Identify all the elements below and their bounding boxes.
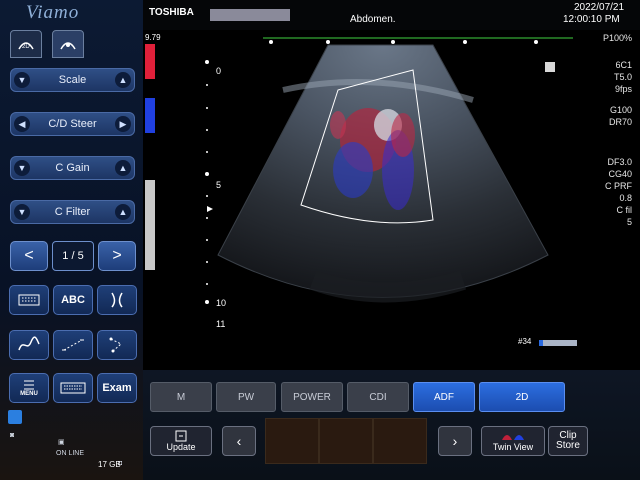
chevron-left-icon[interactable]: ◀ <box>14 116 30 132</box>
frame-rate-readout: 9fps <box>614 84 632 94</box>
chevron-down-icon[interactable]: ▼ <box>14 72 30 88</box>
exam-preset: Abdomen. <box>350 14 396 25</box>
patient-name-redacted <box>210 9 290 21</box>
chevron-down-icon[interactable]: ▼ <box>14 160 30 176</box>
focal-zone-marker[interactable] <box>207 206 213 212</box>
stretch-icon <box>109 337 122 353</box>
frame-counter: #34 <box>518 337 532 346</box>
chevron-up-icon[interactable]: ▲ <box>115 160 131 176</box>
update-icon <box>175 430 187 442</box>
chevron-right-icon: › <box>452 433 458 449</box>
date-readout: 2022/07/21 <box>574 2 625 13</box>
caliper-button[interactable] <box>53 330 93 360</box>
mode-2d-button[interactable]: 2D <box>479 382 565 412</box>
color-gain-readout: CG40 <box>608 169 632 179</box>
time-readout: 12:00:10 PM <box>563 14 620 25</box>
clip-next-button[interactable]: › <box>438 426 472 456</box>
page-prev-button[interactable]: < <box>10 241 48 271</box>
annotation-button[interactable]: ABC <box>53 285 93 315</box>
velocity-scale-max: 9.79 <box>145 33 161 42</box>
exam-button[interactable]: Exam <box>97 373 137 403</box>
cd-steer-control: ◀ C/D Steer ▶ <box>10 112 135 136</box>
chevron-up-icon[interactable]: ▲ <box>115 204 131 220</box>
chevron-up-icon[interactable]: ▲ <box>115 72 131 88</box>
menu-button[interactable]: MENU <box>9 373 49 403</box>
doppler-freq-readout: DF3.0 <box>607 157 632 167</box>
cine-progress-bar[interactable] <box>539 340 577 346</box>
menu-icon <box>24 380 34 390</box>
camera-icon: ◙ <box>10 432 15 439</box>
scale-label: Scale <box>58 74 87 86</box>
gain-readout: G100 <box>609 105 632 115</box>
color-filter-value: 5 <box>626 217 632 227</box>
grayscale-bar <box>145 180 155 270</box>
manufacturer-logo: TOSHIBA <box>149 7 194 18</box>
color-bar-red <box>145 44 155 79</box>
storage-free: 17 GB <box>98 460 121 469</box>
probe-3d-icon <box>60 42 76 50</box>
svg-text:2D: 2D <box>22 44 30 50</box>
keyboard-icon <box>18 294 40 306</box>
color-bar-blue <box>145 98 155 133</box>
c-filter-label: C Filter <box>54 206 91 218</box>
color-filter-label: C fil <box>616 205 633 215</box>
depth-mark-5: 5 <box>216 180 222 190</box>
twin-view-icon <box>502 435 524 440</box>
body-mark-icon <box>111 292 123 308</box>
mode-m-button[interactable]: M <box>150 382 212 412</box>
color-prf-label: C PRF <box>605 181 632 191</box>
depth-mark-0: 0 <box>216 66 222 76</box>
page-next-button[interactable]: > <box>98 241 136 271</box>
probe-2d-icon: 2D <box>18 42 34 50</box>
mode-adf-button[interactable]: ADF <box>413 382 475 412</box>
clip-store-button[interactable]: Clip Store <box>548 426 588 456</box>
mode-pw-button[interactable]: PW <box>216 382 276 412</box>
trace-icon <box>18 336 40 351</box>
update-button[interactable]: Update <box>150 426 212 456</box>
power-readout: P100% <box>602 33 632 43</box>
frequency-readout: T5.0 <box>613 72 632 82</box>
page-indicator: 1 / 5 <box>52 241 94 271</box>
chevron-right-icon[interactable]: ▶ <box>115 116 131 132</box>
depth-scale-dots <box>205 60 209 304</box>
keyboard-button[interactable] <box>9 285 49 315</box>
video-icon: ▣ <box>58 439 65 446</box>
depth-mark-10: 10 <box>216 298 227 308</box>
top-scale-markers <box>269 40 538 44</box>
c-gain-control: ▼ C Gain ▲ <box>10 156 135 180</box>
twin-view-button[interactable]: Twin View <box>481 426 545 456</box>
color-prf-value: 0.8 <box>619 193 632 203</box>
keyboard-icon <box>60 382 86 394</box>
online-status: ON LINE <box>56 450 85 457</box>
tab-2d-probe[interactable]: 2D <box>10 30 42 58</box>
stretch-button[interactable] <box>97 330 137 360</box>
clip-thumbnail-2[interactable] <box>319 418 373 464</box>
brand-logo: Viamo <box>26 2 80 23</box>
clip-thumbnail-1[interactable] <box>265 418 319 464</box>
chevron-left-icon: ‹ <box>236 433 242 449</box>
text-t-marker-icon <box>545 62 555 72</box>
body-mark-button[interactable] <box>97 285 137 315</box>
c-filter-control: ▼ C Filter ▲ <box>10 200 135 224</box>
clip-thumbnail-3[interactable] <box>373 418 427 464</box>
depth-mark-11: 11 <box>216 319 226 329</box>
status-indicator-icon <box>8 410 22 424</box>
chevron-down-icon[interactable]: ▼ <box>14 204 30 220</box>
dynamic-range-readout: DR70 <box>608 117 632 127</box>
tab-3d-probe[interactable] <box>52 30 84 58</box>
keyboard-toggle-button[interactable] <box>53 373 93 403</box>
trace-button[interactable] <box>9 330 49 360</box>
mode-power-button[interactable]: POWER <box>281 382 343 412</box>
cd-steer-label: C/D Steer <box>48 118 97 130</box>
clip-prev-button[interactable]: ‹ <box>222 426 256 456</box>
probe-readout: 6C1 <box>615 60 632 70</box>
caliper-icon <box>62 339 84 351</box>
c-gain-label: C Gain <box>55 162 90 174</box>
scale-control: ▼ Scale ▲ <box>10 68 135 92</box>
mode-cdi-button[interactable]: CDI <box>347 382 409 412</box>
